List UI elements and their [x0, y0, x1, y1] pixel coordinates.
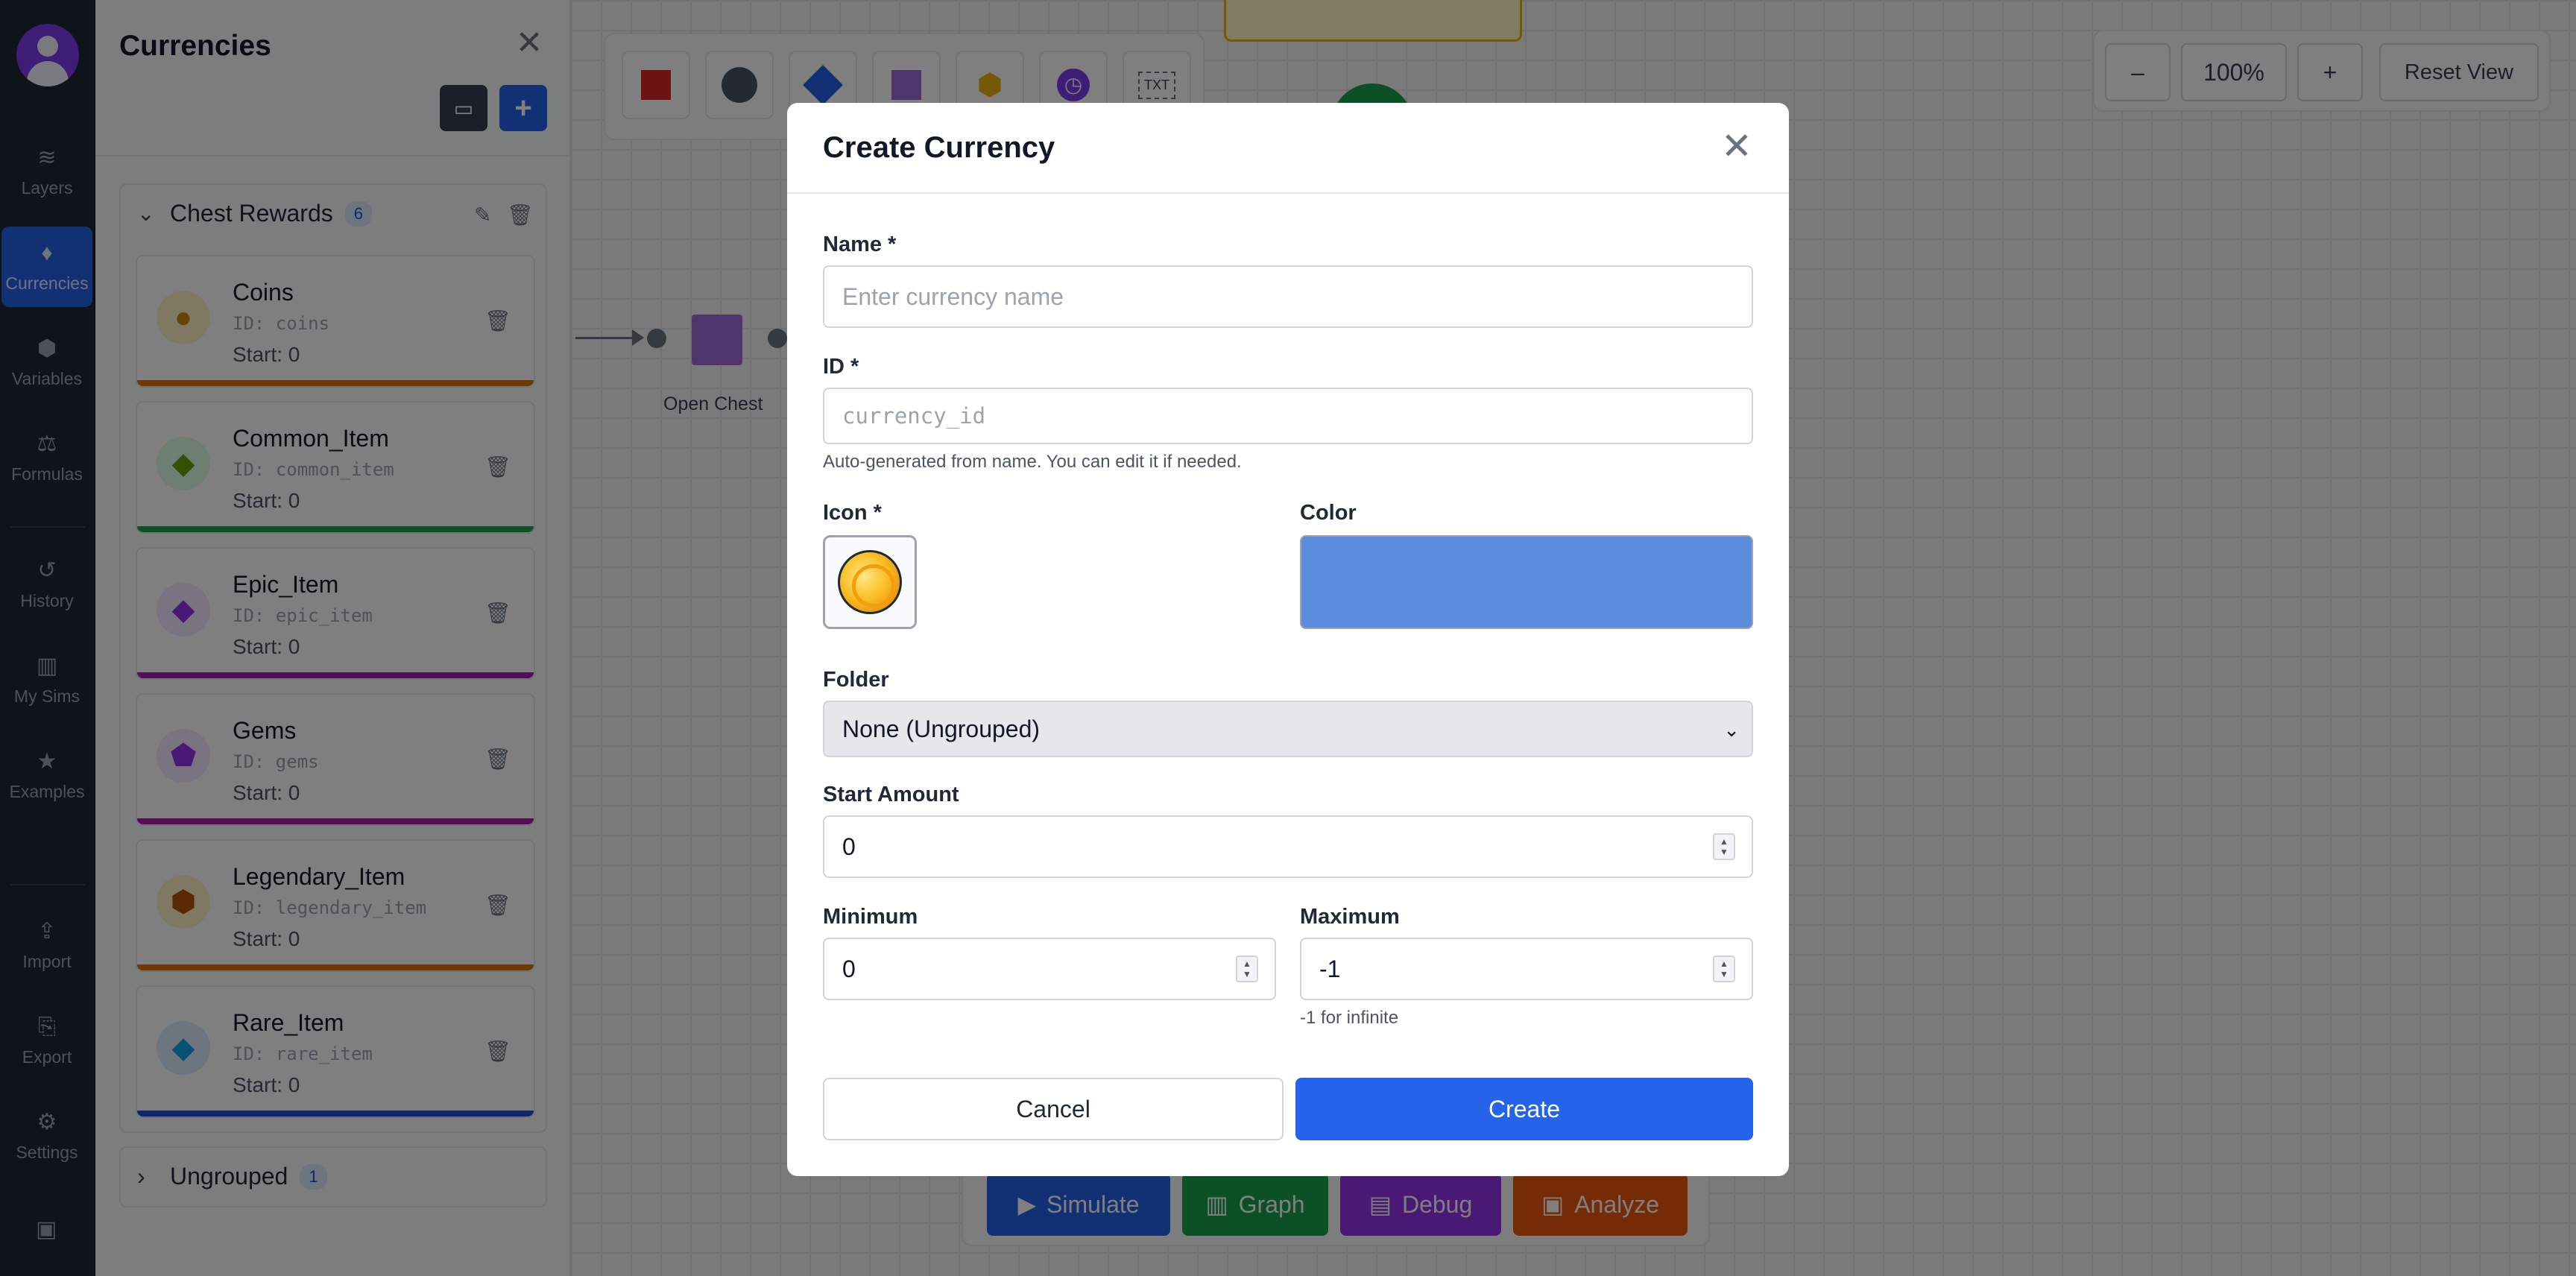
- maximum-input[interactable]: -1 ▲ ▼: [1300, 938, 1753, 1000]
- start-amount-input[interactable]: 0 ▲ ▼: [823, 815, 1753, 878]
- number-stepper[interactable]: ▲ ▼: [1713, 956, 1735, 982]
- id-label: ID *: [823, 355, 859, 379]
- start-amount-value: 0: [842, 833, 856, 860]
- chevron-down-icon: ⌄: [1723, 718, 1740, 741]
- number-stepper[interactable]: ▲ ▼: [1713, 833, 1735, 860]
- dialog-header: Create Currency ✕: [787, 103, 1789, 194]
- name-label: Name *: [823, 233, 897, 256]
- minimum-input[interactable]: 0 ▲ ▼: [823, 938, 1276, 1000]
- folder-label: Folder: [823, 668, 889, 692]
- create-button[interactable]: Create: [1295, 1078, 1753, 1140]
- create-currency-dialog: Create Currency ✕ Name * Enter currency …: [787, 103, 1789, 1176]
- color-label: Color: [1300, 501, 1357, 525]
- minimum-label: Minimum: [823, 905, 918, 929]
- folder-select[interactable]: None (Ungrouped) ⌄: [823, 701, 1753, 757]
- coin-icon: [838, 550, 902, 614]
- id-input[interactable]: currency_id: [823, 388, 1753, 444]
- maximum-hint: -1 for infinite: [1300, 1008, 1399, 1028]
- icon-label: Icon *: [823, 501, 882, 525]
- start-amount-label: Start Amount: [823, 783, 959, 806]
- maximum-value: -1: [1319, 955, 1341, 982]
- maximum-label: Maximum: [1300, 905, 1400, 929]
- icon-picker[interactable]: [823, 535, 917, 629]
- cancel-button[interactable]: Cancel: [823, 1078, 1284, 1140]
- name-input[interactable]: Enter currency name: [823, 265, 1753, 328]
- color-picker[interactable]: [1300, 535, 1753, 629]
- id-hint: Auto-generated from name. You can edit i…: [823, 452, 1242, 472]
- folder-select-value: None (Ungrouped): [842, 715, 1041, 742]
- dialog-title: Create Currency: [823, 131, 1055, 164]
- number-stepper[interactable]: ▲ ▼: [1236, 956, 1258, 982]
- minimum-value: 0: [842, 955, 856, 982]
- close-icon[interactable]: ✕: [1714, 124, 1759, 168]
